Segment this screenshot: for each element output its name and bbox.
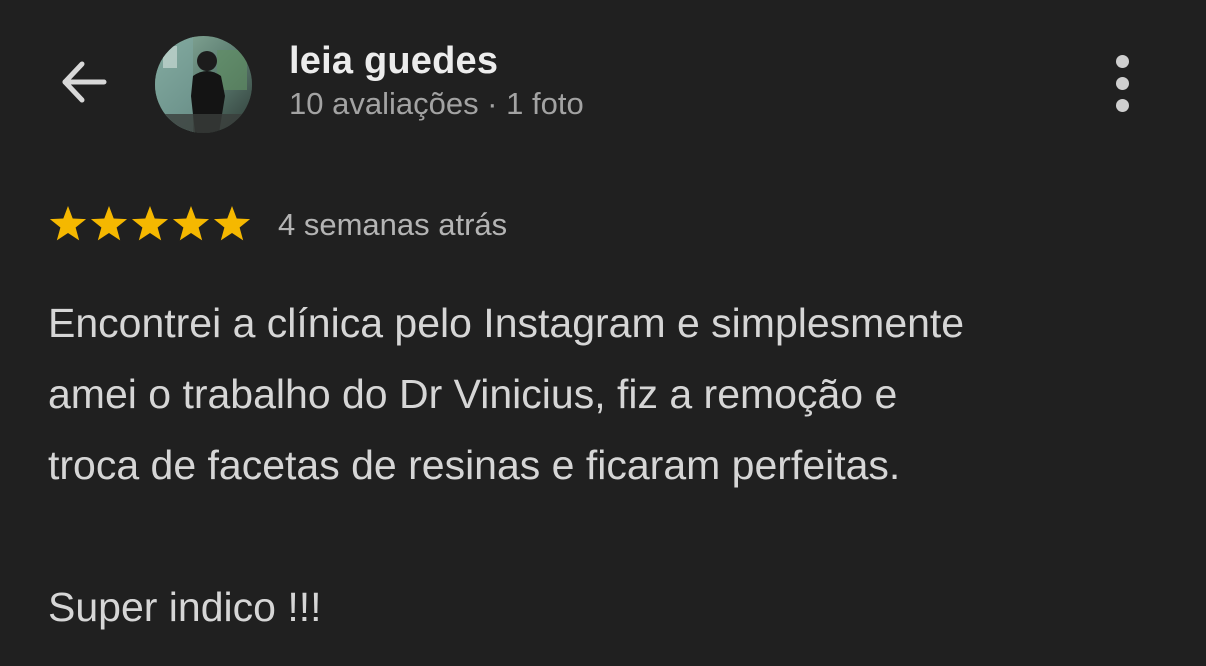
- reviewer-header: leia guedes 10 avaliações · 1 foto: [289, 38, 584, 124]
- star-rating: [48, 204, 252, 246]
- avatar[interactable]: [155, 36, 252, 133]
- more-vert-icon: [1115, 54, 1129, 68]
- review-text: Encontrei a clínica pelo Instagram e sim…: [48, 288, 1158, 501]
- star-filled-icon: [213, 206, 251, 241]
- review-line: troca de facetas de resinas e ficaram pe…: [48, 442, 901, 488]
- star-filled-icon: [131, 206, 169, 241]
- back-button[interactable]: [48, 48, 120, 120]
- more-options-button[interactable]: [1094, 46, 1150, 120]
- review-date: 4 semanas atrás: [278, 207, 508, 242]
- user-name[interactable]: leia guedes: [289, 38, 584, 84]
- review-line: amei o trabalho do Dr Vinicius, fiz a re…: [48, 371, 898, 417]
- review-closing: Super indico !!!: [48, 584, 322, 630]
- user-meta: 10 avaliações · 1 foto: [289, 86, 584, 121]
- review-line: Encontrei a clínica pelo Instagram e sim…: [48, 300, 965, 346]
- arrow-left-icon: [57, 55, 111, 114]
- star-filled-icon: [90, 206, 128, 241]
- star-filled-icon: [49, 206, 87, 241]
- rating-row: 4 semanas atrás: [48, 204, 507, 246]
- star-filled-icon: [172, 206, 210, 241]
